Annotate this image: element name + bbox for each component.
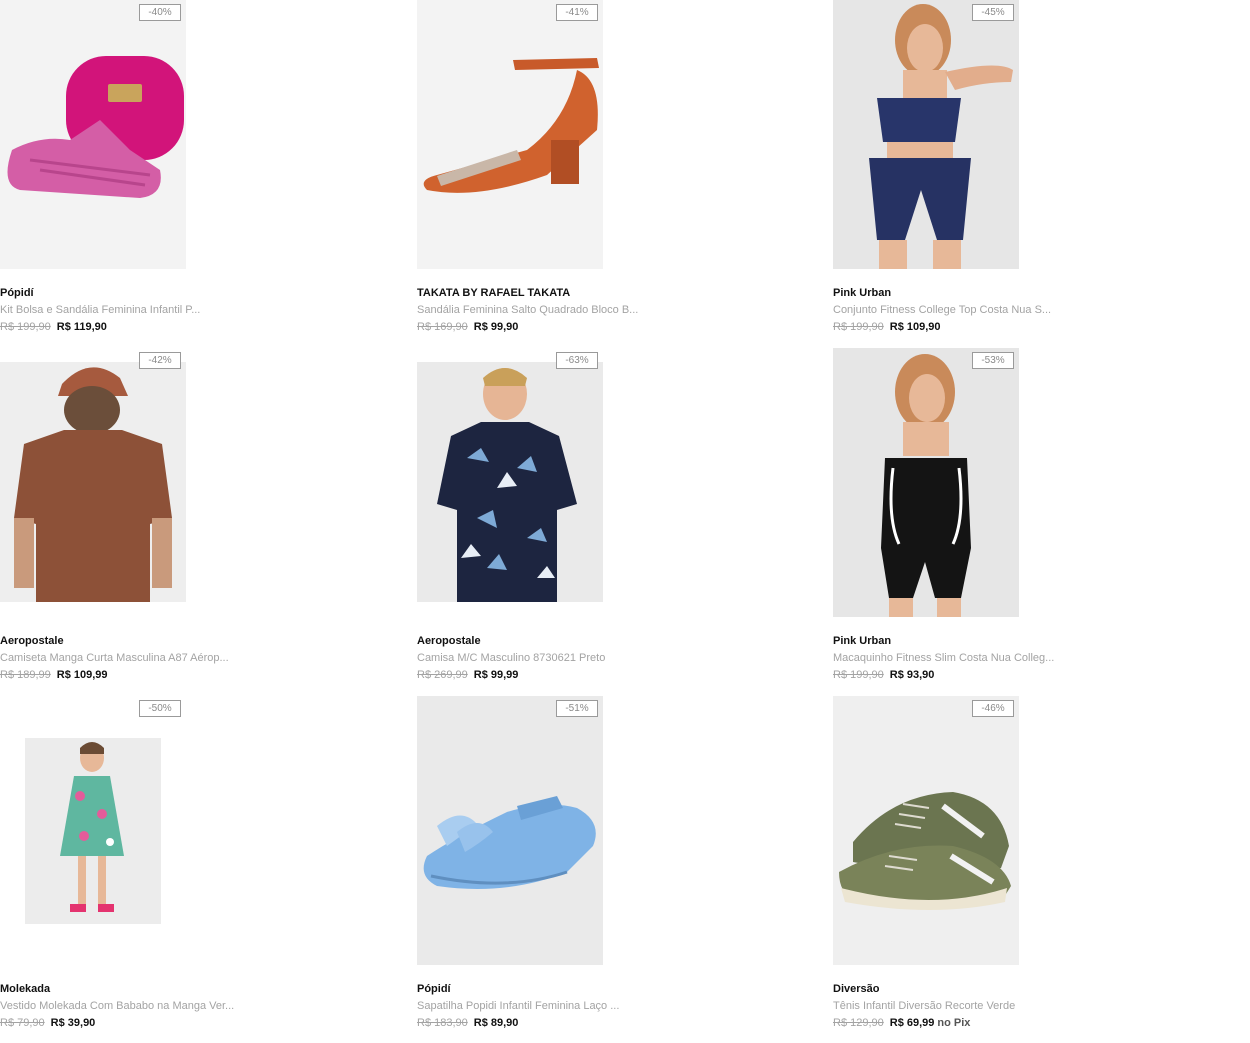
old-price: R$ 183,90: [417, 1017, 468, 1029]
discount-badge: -46%: [972, 700, 1014, 717]
product-title[interactable]: Conjunto Fitness College Top Costa Nua S…: [833, 304, 1051, 316]
product-brand: Pink Urban: [833, 287, 892, 299]
product-image[interactable]: [0, 0, 186, 269]
product-image[interactable]: [833, 0, 1019, 269]
product-prices: R$ 129,90 R$ 69,99 no Pix: [833, 1017, 970, 1029]
product-grid: -40% Pópidí Kit Bolsa e Sandália Feminin…: [0, 0, 1250, 1043]
product-title[interactable]: Macaquinho Fitness Slim Costa Nua Colleg…: [833, 652, 1054, 664]
old-price: R$ 79,90: [0, 1017, 45, 1029]
product-brand: TAKATA BY RAFAEL TAKATA: [417, 287, 571, 299]
product-card[interactable]: -41% TAKATA BY RAFAEL TAKATA Sandália Fe…: [417, 0, 797, 340]
current-price: R$ 69,99: [889, 1017, 935, 1029]
product-brand: Pópidí: [417, 983, 451, 995]
discount-badge: -53%: [972, 352, 1014, 369]
product-prices: R$ 269,99 R$ 99,99: [417, 669, 518, 681]
old-price: R$ 269,99: [417, 669, 468, 681]
current-price: R$ 89,90: [473, 1017, 519, 1029]
product-image[interactable]: [417, 0, 603, 269]
old-price: R$ 199,90: [833, 321, 884, 333]
discount-badge: -42%: [139, 352, 181, 369]
product-prices: R$ 169,90 R$ 99,90: [417, 321, 518, 333]
current-price: R$ 109,99: [56, 669, 108, 681]
product-card[interactable]: -40% Pópidí Kit Bolsa e Sandália Feminin…: [0, 0, 380, 340]
product-card[interactable]: -51% Pópidí Sapatilha Popidi Infantil Fe…: [417, 696, 797, 1036]
product-title[interactable]: Kit Bolsa e Sandália Feminina Infantil P…: [0, 304, 200, 316]
product-title[interactable]: Sandália Feminina Salto Quadrado Bloco B…: [417, 304, 638, 316]
discount-badge: -63%: [556, 352, 598, 369]
product-image[interactable]: [833, 348, 1019, 617]
price-suffix: no Pix: [937, 1017, 971, 1029]
product-image[interactable]: [0, 348, 186, 617]
product-image[interactable]: [833, 696, 1019, 965]
product-brand: Pópidí: [0, 287, 34, 299]
product-image[interactable]: [0, 696, 186, 965]
discount-badge: -41%: [556, 4, 598, 21]
product-card[interactable]: -42% Aeropostale Camiseta Manga Curta Ma…: [0, 348, 380, 688]
product-card[interactable]: -63% Aeropostale Camisa M/C Masculino 87…: [417, 348, 797, 688]
product-card[interactable]: -46% Diversão Tênis Infantil Diversão Re…: [833, 696, 1213, 1036]
product-prices: R$ 199,90 R$ 109,90: [833, 321, 941, 333]
discount-badge: -50%: [139, 700, 181, 717]
current-price: R$ 39,90: [50, 1017, 96, 1029]
product-image[interactable]: [417, 348, 603, 617]
product-brand: Diversão: [833, 983, 880, 995]
product-title[interactable]: Sapatilha Popidi Infantil Feminina Laço …: [417, 1000, 619, 1012]
old-price: R$ 199,90: [833, 669, 884, 681]
current-price: R$ 119,90: [56, 321, 107, 333]
current-price: R$ 93,90: [889, 669, 935, 681]
product-brand: Pink Urban: [833, 635, 892, 647]
product-prices: R$ 79,90 R$ 39,90: [0, 1017, 95, 1029]
product-image[interactable]: [417, 696, 603, 965]
product-brand: Molekada: [0, 983, 51, 995]
old-price: R$ 199,90: [0, 321, 51, 333]
product-title[interactable]: Vestido Molekada Com Bababo na Manga Ver…: [0, 1000, 234, 1012]
product-prices: R$ 183,90 R$ 89,90: [417, 1017, 518, 1029]
current-price: R$ 99,90: [473, 321, 519, 333]
old-price: R$ 129,90: [833, 1017, 884, 1029]
product-title[interactable]: Camiseta Manga Curta Masculina A87 Aérop…: [0, 652, 229, 664]
product-title[interactable]: Tênis Infantil Diversão Recorte Verde: [833, 1000, 1015, 1012]
product-prices: R$ 199,90 R$ 119,90: [0, 321, 107, 333]
product-card[interactable]: -53% Pink Urban Macaquinho Fitness Slim …: [833, 348, 1213, 688]
old-price: R$ 189,99: [0, 669, 51, 681]
discount-badge: -45%: [972, 4, 1014, 21]
discount-badge: -51%: [556, 700, 598, 717]
product-card[interactable]: -50% Molekada Vestido Molekada Com Babab…: [0, 696, 380, 1036]
product-prices: R$ 189,99 R$ 109,99: [0, 669, 108, 681]
current-price: R$ 99,99: [473, 669, 519, 681]
current-price: R$ 109,90: [889, 321, 941, 333]
old-price: R$ 169,90: [417, 321, 468, 333]
product-card[interactable]: -45% Pink Urban Conjunto Fitness College…: [833, 0, 1213, 340]
product-brand: Aeropostale: [0, 635, 64, 647]
discount-badge: -40%: [139, 4, 181, 21]
product-brand: Aeropostale: [417, 635, 481, 647]
product-title[interactable]: Camisa M/C Masculino 8730621 Preto: [417, 652, 605, 664]
product-prices: R$ 199,90 R$ 93,90: [833, 669, 934, 681]
